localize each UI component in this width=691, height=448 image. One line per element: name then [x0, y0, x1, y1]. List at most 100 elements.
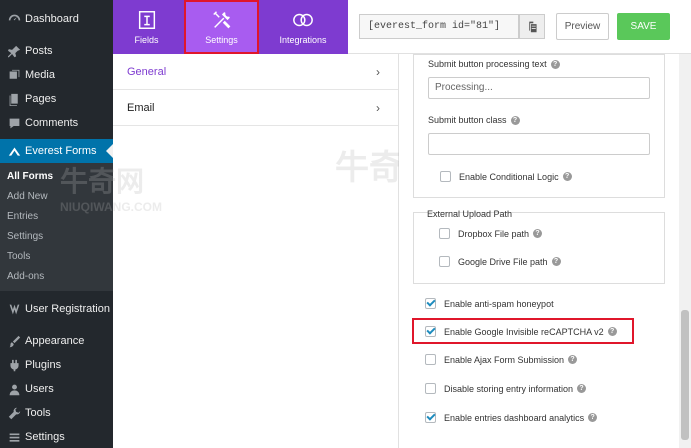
- brush-icon: [7, 334, 21, 348]
- checkbox[interactable]: [439, 256, 450, 267]
- checkbox[interactable]: [425, 298, 436, 309]
- sidebar-item-user-registration[interactable]: User Registration: [0, 297, 113, 321]
- help-icon[interactable]: ?: [510, 115, 520, 125]
- settings-nav-general[interactable]: General ›: [113, 54, 398, 90]
- submit-settings-group: Submit button processing text ? Processi…: [413, 54, 665, 198]
- option-label: Enable Conditional Logic: [459, 171, 559, 182]
- form-builder-topbar: Fields Settings Integrations [everest_fo…: [113, 0, 691, 54]
- save-button[interactable]: SAVE: [617, 13, 670, 40]
- checkbox[interactable]: [425, 412, 436, 423]
- comment-icon: [7, 116, 21, 130]
- builder-tabs: Fields Settings Integrations: [113, 0, 348, 54]
- shortcode-field[interactable]: [everest_form id="81"]: [359, 14, 519, 39]
- tab-settings[interactable]: Settings: [184, 0, 259, 54]
- sidebar-item-comments[interactable]: Comments: [0, 111, 113, 135]
- wrench-icon: [7, 406, 21, 420]
- help-icon[interactable]: ?: [533, 229, 543, 238]
- copy-shortcode-button[interactable]: [519, 14, 545, 39]
- user-registration-icon: [7, 302, 21, 316]
- general-settings-panel: Submit button processing text ? Processi…: [399, 54, 679, 448]
- fields-icon: [138, 11, 155, 29]
- tab-integrations[interactable]: Integrations: [263, 0, 343, 54]
- help-icon[interactable]: ?: [577, 384, 587, 393]
- help-icon[interactable]: ?: [562, 172, 572, 181]
- nav-label: General: [127, 65, 167, 78]
- sidebar-item-posts[interactable]: Posts: [0, 39, 113, 63]
- sidebar-item-appearance[interactable]: Appearance: [0, 329, 113, 353]
- tab-label: Settings: [205, 35, 238, 45]
- checkbox[interactable]: [425, 383, 436, 394]
- chevron-right-icon: ›: [376, 100, 380, 115]
- media-icon: [7, 68, 21, 82]
- copy-icon: [528, 21, 537, 33]
- button-class-input[interactable]: [428, 133, 650, 155]
- processing-text-label: Submit button processing text ?: [428, 59, 560, 69]
- submenu-add-new[interactable]: Add New: [0, 187, 113, 207]
- label-text: Submit button class: [428, 115, 507, 125]
- dashboard-analytics-option[interactable]: Enable entries dashboard analytics ?: [425, 412, 598, 423]
- users-icon: [7, 382, 21, 396]
- honeypot-option[interactable]: Enable anti-spam honeypot: [425, 298, 554, 309]
- help-icon[interactable]: ?: [550, 59, 560, 69]
- sidebar-item-tools[interactable]: Tools: [0, 401, 113, 425]
- sidebar-item-label: Posts: [25, 45, 53, 57]
- sidebar-item-everest-forms[interactable]: Everest Forms: [0, 139, 113, 163]
- label-text: Submit button processing text: [428, 59, 547, 69]
- option-label: Google Drive File path: [458, 256, 548, 267]
- sidebar-item-label: Tools: [25, 407, 51, 419]
- conditional-logic-option[interactable]: Enable Conditional Logic ?: [440, 171, 572, 182]
- help-icon[interactable]: ?: [588, 413, 598, 422]
- sidebar-item-label: Media: [25, 69, 55, 81]
- upload-path-title: External Upload Path: [427, 209, 513, 219]
- button-class-label: Submit button class ?: [428, 115, 520, 125]
- everest-forms-icon: [7, 144, 21, 158]
- scrollbar-thumb[interactable]: [681, 310, 689, 440]
- wp-admin-sidebar: Dashboard Posts Media Pages Comments Eve…: [0, 0, 113, 448]
- sidebar-item-dashboard[interactable]: Dashboard: [0, 7, 113, 31]
- preview-button[interactable]: Preview: [556, 13, 609, 40]
- checkbox[interactable]: [439, 228, 450, 239]
- gdrive-path-option[interactable]: Google Drive File path ?: [439, 256, 561, 267]
- sidebar-item-label: Appearance: [25, 335, 85, 347]
- plugin-icon: [7, 358, 21, 372]
- ajax-submission-option[interactable]: Enable Ajax Form Submission ?: [425, 354, 578, 365]
- option-label: Enable Ajax Form Submission: [444, 354, 565, 365]
- sidebar-item-settings[interactable]: Settings: [0, 425, 113, 448]
- sidebar-item-label: Comments: [25, 117, 79, 129]
- checkbox[interactable]: [440, 171, 451, 182]
- sidebar-item-label: User Registration: [25, 303, 110, 315]
- dropbox-path-option[interactable]: Dropbox File path ?: [439, 228, 543, 239]
- sidebar-item-pages[interactable]: Pages: [0, 87, 113, 111]
- disable-storing-option[interactable]: Disable storing entry information ?: [425, 383, 587, 394]
- sidebar-item-label: Users: [25, 383, 54, 395]
- option-label: Enable anti-spam honeypot: [444, 298, 554, 309]
- submenu-add-ons[interactable]: Add-ons: [0, 267, 113, 287]
- integrations-icon: [293, 13, 313, 27]
- tools-icon: [212, 11, 230, 29]
- checkbox[interactable]: [425, 354, 436, 365]
- tab-label: Integrations: [279, 35, 327, 45]
- dashboard-icon: [7, 12, 21, 26]
- upload-path-group: [413, 212, 665, 284]
- submenu-tools[interactable]: Tools: [0, 247, 113, 267]
- help-icon[interactable]: ?: [551, 257, 561, 266]
- settings-nav-email[interactable]: Email ›: [113, 90, 398, 126]
- sidebar-item-label: Everest Forms: [25, 145, 97, 157]
- help-icon[interactable]: ?: [568, 355, 578, 364]
- sidebar-item-label: Settings: [25, 431, 65, 443]
- tab-label: Fields: [134, 35, 159, 45]
- settings-icon: [7, 430, 21, 444]
- sidebar-item-media[interactable]: Media: [0, 63, 113, 87]
- recaptcha-highlight: [412, 318, 634, 344]
- submenu-all-forms[interactable]: All Forms: [0, 167, 113, 187]
- sidebar-item-plugins[interactable]: Plugins: [0, 353, 113, 377]
- submenu-settings[interactable]: Settings: [0, 227, 113, 247]
- chevron-right-icon: ›: [376, 64, 380, 79]
- sidebar-item-users[interactable]: Users: [0, 377, 113, 401]
- nav-label: Email: [127, 101, 155, 114]
- submenu-entries[interactable]: Entries: [0, 207, 113, 227]
- tab-fields[interactable]: Fields: [113, 0, 180, 54]
- processing-text-input[interactable]: Processing...: [428, 77, 650, 99]
- sidebar-item-label: Dashboard: [25, 13, 79, 25]
- settings-section-nav: General › Email ›: [113, 54, 399, 448]
